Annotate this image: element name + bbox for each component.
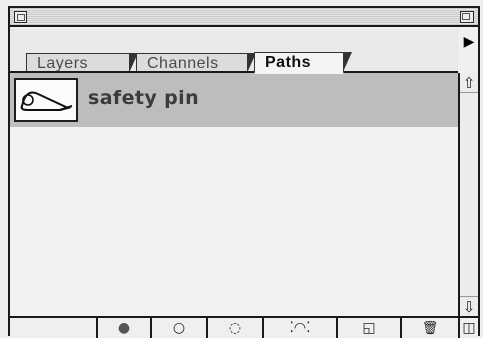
zoom-box-icon[interactable] (460, 11, 474, 23)
path-thumbnail (14, 78, 78, 122)
tab-layers[interactable]: Layers (26, 53, 138, 73)
new-path-button[interactable]: ◱ (336, 318, 400, 338)
tab-paths[interactable]: Paths (254, 52, 352, 74)
paths-list: safety pin (10, 73, 458, 316)
resize-icon: ◫ (462, 320, 476, 336)
load-selection-button[interactable]: ◌ (206, 318, 262, 338)
path-name[interactable]: safety pin (88, 87, 199, 109)
safety-pin-icon (20, 91, 73, 111)
paths-toolbar: ● ○ ◌ ⁚◠⁚ ◱ 🗑 ◫ (10, 316, 478, 338)
stroke-path-button[interactable]: ○ (150, 318, 206, 338)
make-work-path-button[interactable]: ⁚◠⁚ (262, 318, 336, 338)
vertical-scrollbar[interactable]: ⇧ ⇩ (458, 73, 478, 316)
load-selection-icon: ◌ (228, 320, 242, 336)
make-work-path-icon: ⁚◠⁚ (289, 320, 311, 336)
new-path-icon: ◱ (362, 320, 376, 336)
path-row-safety-pin[interactable]: safety pin (10, 73, 458, 127)
close-box-icon[interactable] (14, 11, 27, 23)
trash-icon: 🗑 (421, 321, 439, 336)
stroke-path-icon: ○ (172, 320, 186, 336)
tab-row: Layers Channels Paths (10, 29, 458, 74)
scroll-up-arrow-icon[interactable]: ⇧ (460, 73, 478, 93)
delete-path-button[interactable]: 🗑 (400, 318, 458, 338)
resize-box[interactable]: ◫ (458, 318, 478, 338)
scroll-down-arrow-icon[interactable]: ⇩ (460, 296, 478, 316)
fill-path-icon: ● (117, 320, 131, 336)
paths-palette: Layers Channels Paths ▶ safety pin ⇧ ⇩ ●… (8, 6, 480, 338)
palette-title-bar[interactable] (10, 8, 478, 27)
fill-path-button[interactable]: ● (96, 318, 150, 338)
tab-channels[interactable]: Channels (136, 53, 256, 73)
palette-menu-arrow-icon[interactable]: ▶ (460, 32, 478, 52)
